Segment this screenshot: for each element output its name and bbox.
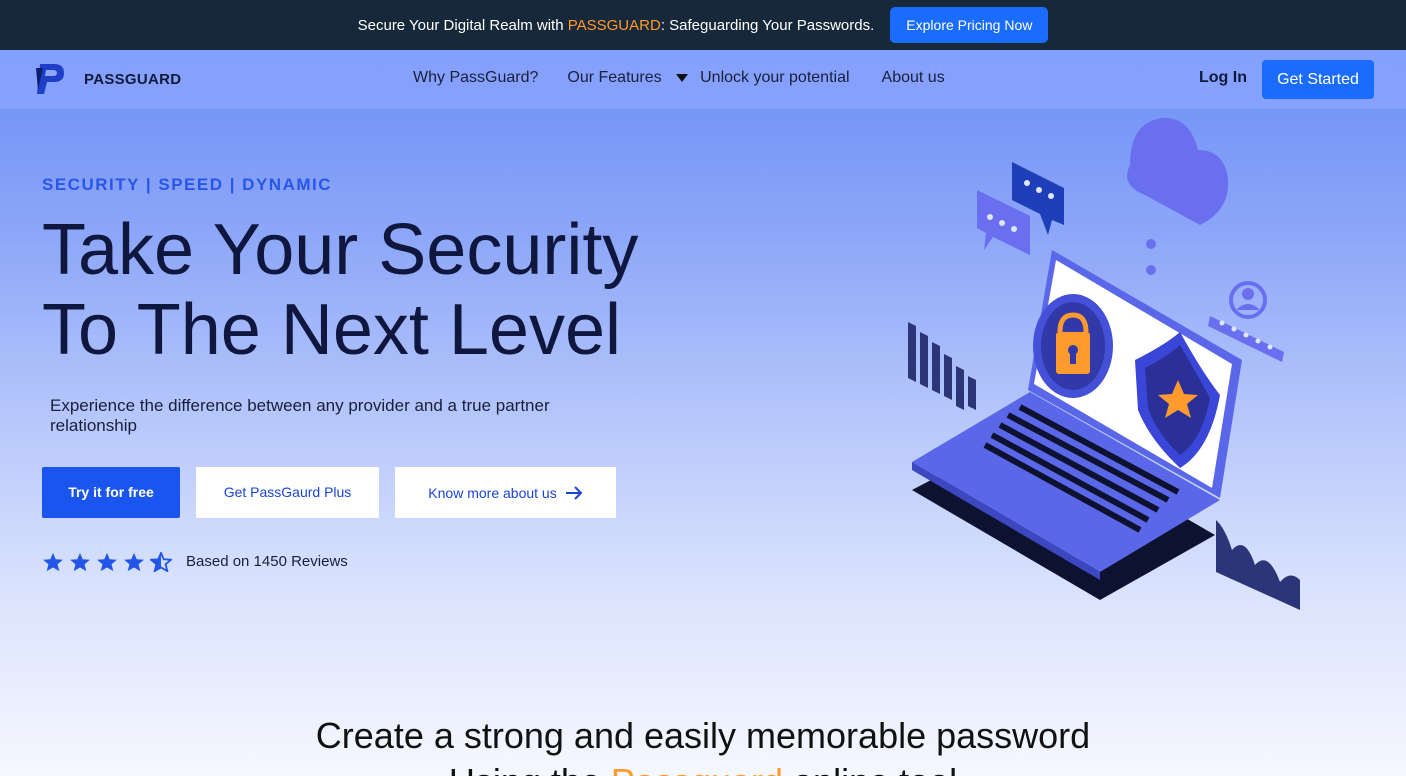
nav-unlock-potential[interactable]: Unlock your potential <box>700 69 849 87</box>
know-more-label: Know more about us <box>428 484 557 501</box>
area-chart-icon <box>1216 520 1300 610</box>
nav-our-features[interactable]: Our Features <box>567 69 689 87</box>
lock-icon <box>1033 294 1113 398</box>
star-full-icon <box>70 552 90 572</box>
announcement-bar: Secure Your Digital Realm with PASSGUARD… <box>0 0 1406 50</box>
know-more-button[interactable]: Know more about us <box>395 467 616 518</box>
announcement-brand: PASSGUARD <box>567 16 661 34</box>
star-half-icon <box>150 552 172 572</box>
reviews-count: Based on 1450 Reviews <box>186 553 348 570</box>
bar-chart-icon <box>908 322 976 410</box>
star-full-icon <box>43 552 63 572</box>
cloud-icon <box>1127 118 1229 225</box>
hero-tagline: SECURITY | SPEED | DYNAMIC <box>42 175 333 194</box>
nav-links: Why PassGuard? Our Features Unlock your … <box>413 69 945 87</box>
get-plus-button[interactable]: Get PassGaurd Plus <box>196 467 379 518</box>
hero-subtitle: Experience the difference between any pr… <box>50 396 550 435</box>
section-heading-line1: Create a strong and easily memorable pas… <box>315 715 1091 756</box>
section-heading: Create a strong and easily memorable pas… <box>0 713 1406 776</box>
login-link[interactable]: Log In <box>1199 69 1247 87</box>
explore-pricing-button[interactable]: Explore Pricing Now <box>890 7 1049 43</box>
user-avatar-icon <box>1229 281 1267 319</box>
section-heading-accent: Passguard <box>611 761 783 776</box>
logo-text[interactable]: PASSGUARD <box>84 71 181 88</box>
hero-headline-line2: To The Next Level <box>42 290 621 370</box>
get-started-button[interactable]: Get Started <box>1262 60 1374 99</box>
rating-stars <box>42 552 177 572</box>
hero-headline-line1: Take Your Security <box>42 210 639 290</box>
section-heading-line2: Using the Passguard online tool <box>0 759 1406 776</box>
laptop-security-illustration <box>908 118 1300 610</box>
passguard-logo-icon[interactable] <box>34 60 66 96</box>
arrow-right-icon <box>565 485 583 500</box>
hero-headline: Take Your Security To The Next Level <box>42 210 762 370</box>
star-full-icon <box>97 552 117 572</box>
try-free-button[interactable]: Try it for free <box>42 467 180 518</box>
star-full-icon <box>124 552 144 572</box>
announcement-text: Secure Your Digital Realm with PASSGUARD… <box>357 16 875 34</box>
nav-about-us[interactable]: About us <box>882 69 945 87</box>
nav-why-passguard[interactable]: Why PassGuard? <box>413 69 538 87</box>
caret-down-icon <box>676 74 689 82</box>
nav-our-features-label: Our Features <box>567 69 662 86</box>
